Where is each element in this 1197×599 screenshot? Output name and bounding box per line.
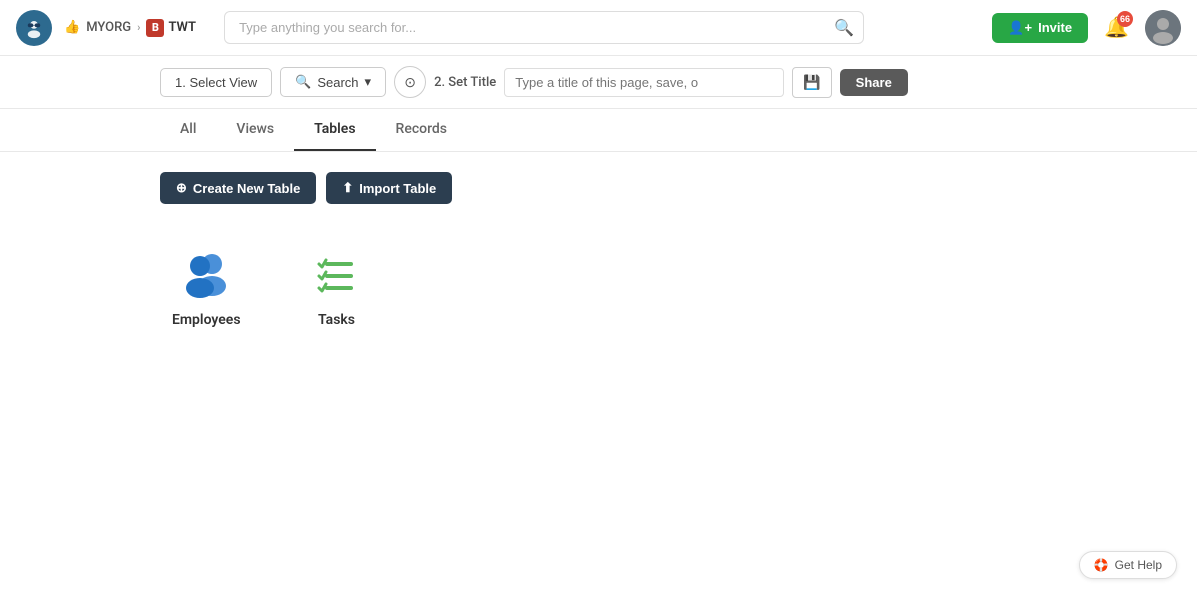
import-table-label: Import Table xyxy=(359,181,436,196)
tasks-icon xyxy=(305,248,369,304)
brand-icon: B xyxy=(146,19,164,37)
search-button[interactable]: 🔍 Search ▾ xyxy=(280,67,386,97)
share-label: Share xyxy=(856,75,892,90)
org-name[interactable]: MYORG xyxy=(86,20,131,35)
org-nav: 👍 MYORG › B TWT xyxy=(64,19,196,37)
upload-icon: ⬆ xyxy=(342,180,353,196)
org-thumb-icon: 👍 xyxy=(64,20,80,35)
content-tabs: All Views Tables Records xyxy=(0,109,1197,152)
invite-icon: 👤+ xyxy=(1008,20,1032,36)
import-table-button[interactable]: ⬆ Import Table xyxy=(326,172,452,204)
toolbar: 1. Select View 🔍 Search ▾ ⊙ 2. Set Title… xyxy=(0,56,1197,109)
header: 👍 MYORG › B TWT 🔍 👤+ Invite 🔔 66 xyxy=(0,0,1197,56)
create-table-label: Create New Table xyxy=(193,181,300,196)
breadcrumb-chevron: › xyxy=(137,21,140,34)
global-search-bar: 🔍 xyxy=(224,11,864,44)
employees-label: Employees xyxy=(172,312,241,328)
tab-views[interactable]: Views xyxy=(216,109,294,151)
plus-icon: ⊕ xyxy=(176,180,187,196)
invite-button[interactable]: 👤+ Invite xyxy=(992,13,1088,43)
invite-label: Invite xyxy=(1038,20,1072,35)
actions-row: ⊕ Create New Table ⬆ Import Table xyxy=(160,172,1037,204)
brand-nav[interactable]: B TWT xyxy=(146,19,196,37)
search-label: Search xyxy=(317,75,358,90)
brand-name: TWT xyxy=(168,20,196,35)
get-help-button[interactable]: 🛟 Get Help xyxy=(1079,551,1177,579)
forward-icon: ⊙ xyxy=(404,74,416,91)
save-button[interactable]: 💾 xyxy=(792,67,831,98)
search-icon: 🔍 xyxy=(295,74,311,90)
main-content: ⊕ Create New Table ⬆ Import Table Employ… xyxy=(0,152,1197,360)
create-new-table-button[interactable]: ⊕ Create New Table xyxy=(160,172,316,204)
set-title-label: 2. Set Title xyxy=(434,75,496,90)
select-view-button[interactable]: 1. Select View xyxy=(160,68,272,97)
global-search-input[interactable] xyxy=(224,11,864,44)
global-search-button[interactable]: 🔍 xyxy=(834,18,854,38)
tab-tables[interactable]: Tables xyxy=(294,109,375,151)
user-avatar[interactable] xyxy=(1145,10,1181,46)
notification-badge: 66 xyxy=(1117,11,1133,27)
header-actions: 👤+ Invite 🔔 66 xyxy=(992,10,1181,46)
page-title-input[interactable] xyxy=(504,68,784,97)
tab-all[interactable]: All xyxy=(160,109,216,151)
help-area: 🛟 Get Help xyxy=(1079,551,1177,579)
notifications-button[interactable]: 🔔 66 xyxy=(1100,11,1133,44)
search-dropdown-icon: ▾ xyxy=(365,74,372,90)
table-item-tasks[interactable]: Tasks xyxy=(293,236,381,340)
tables-grid: Employees Tasks xyxy=(160,236,1037,340)
forward-button[interactable]: ⊙ xyxy=(394,66,426,98)
tasks-label: Tasks xyxy=(318,312,355,328)
help-icon: 🛟 xyxy=(1094,558,1109,572)
help-label: Get Help xyxy=(1115,558,1162,572)
table-item-employees[interactable]: Employees xyxy=(160,236,253,340)
employees-icon xyxy=(174,248,238,304)
share-button[interactable]: Share xyxy=(840,69,908,96)
select-view-label: 1. Select View xyxy=(175,75,257,90)
save-icon: 💾 xyxy=(803,74,820,90)
app-logo[interactable] xyxy=(16,10,52,46)
tab-records[interactable]: Records xyxy=(376,109,467,151)
